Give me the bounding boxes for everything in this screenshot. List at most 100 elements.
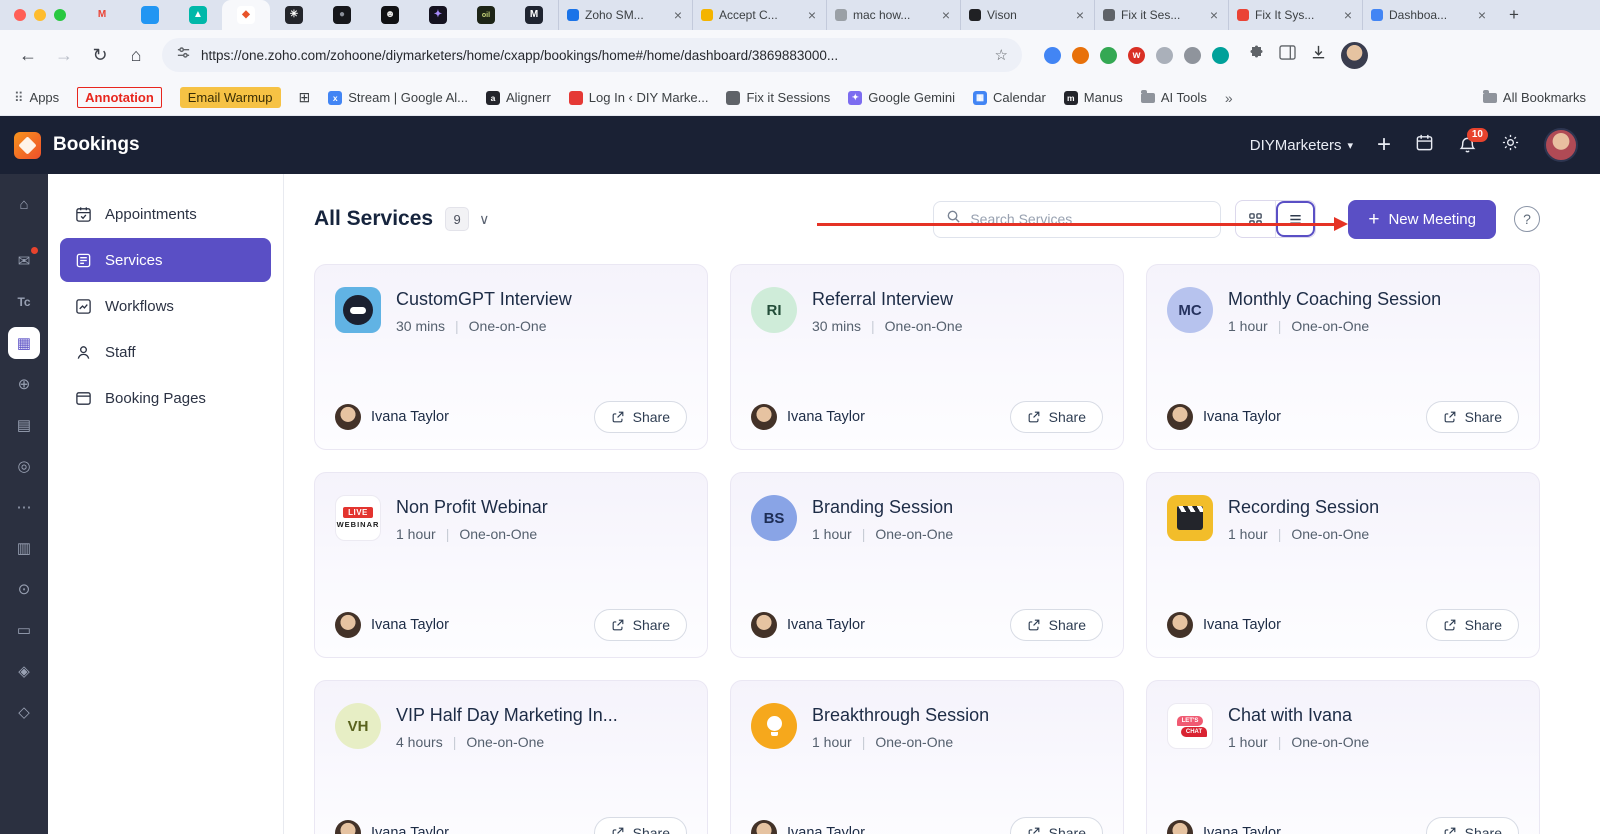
bookmark-item[interactable]: Fix it Sessions [726,90,830,105]
share-button[interactable]: Share [593,401,687,433]
service-card[interactable]: BS Branding Session 1 hour | One-on-One Ivana… [730,472,1124,658]
bookmark-item[interactable]: ✦ Google Gemini [848,90,955,105]
ext-red-w-icon[interactable]: w [1128,46,1145,64]
back-icon[interactable]: ← [14,41,42,69]
close-window-button[interactable] [14,9,26,21]
browser-profile-avatar[interactable] [1341,41,1368,69]
pinned-tab-dark-app-2[interactable]: ● [318,0,366,30]
ext-multicolor-icon[interactable] [1044,46,1061,64]
service-card[interactable]: CustomGPT Interview 30 mins | One-on-One Iva… [314,264,708,450]
bookmarks-overflow-icon[interactable]: » [1225,90,1233,106]
pinned-tab-zoho-bookings[interactable]: ◆ [222,0,270,30]
service-card[interactable]: VH VIP Half Day Marketing In... 4 hours | On… [314,680,708,834]
sidebar-item-staff[interactable]: Staff [60,330,271,374]
help-button[interactable]: ? [1514,206,1540,232]
new-meeting-button[interactable]: + New Meeting [1348,199,1496,239]
ext-green-icon[interactable] [1100,46,1117,64]
share-button[interactable]: Share [1009,401,1103,433]
download-icon[interactable] [1310,44,1327,66]
service-card[interactable]: LET'S CHAT Chat with Ivana 1 hour | One-on-On… [1146,680,1540,834]
pinned-tab-sparkle-app[interactable]: ✦ [414,0,462,30]
pinned-tab-gmail[interactable]: M [78,0,126,30]
minimize-window-button[interactable] [34,9,46,21]
rail-reports-icon[interactable]: ▥ [8,532,40,564]
bookmark-item[interactable]: m Manus [1063,90,1123,105]
rail-devices-icon[interactable]: ▭ [8,614,40,646]
window-controls[interactable] [6,0,78,30]
browser-tab[interactable]: mac how... × [826,0,960,30]
ext-orange-icon[interactable] [1072,46,1089,64]
gear-icon[interactable] [1501,133,1520,157]
tab-close-icon[interactable]: × [1074,7,1086,23]
rail-text-campaigns-icon[interactable]: Tc [8,286,40,318]
pinned-tab-blue-app[interactable] [126,0,174,30]
rail-audience-icon[interactable]: ◎ [8,450,40,482]
home-icon[interactable]: ⌂ [122,41,150,69]
tab-close-icon[interactable]: × [806,7,818,23]
list-view-button[interactable] [1276,201,1315,237]
org-switcher[interactable]: DIYMarketers ▾ [1250,137,1353,154]
rail-more-icon[interactable]: ⋯ [8,491,40,523]
browser-tab[interactable]: Vison × [960,0,1094,30]
browser-tab[interactable]: Accept C... × [692,0,826,30]
rail-security-icon[interactable]: ◇ [8,696,40,728]
browser-tab[interactable]: Fix it Ses... × [1094,0,1228,30]
address-bar[interactable]: https://one.zoho.com/zohoone/diymarketer… [162,38,1022,72]
tab-close-icon[interactable]: × [1208,7,1220,23]
pinned-tab-oil-app[interactable]: oil [462,0,510,30]
tab-close-icon[interactable]: × [1476,7,1488,23]
grid-view-button[interactable] [1236,201,1275,237]
side-panel-icon[interactable] [1279,45,1296,65]
bookmark-item[interactable]: AI Tools [1140,89,1207,105]
all-bookmarks[interactable]: All Bookmarks [1482,89,1586,105]
bookmark-star-icon[interactable]: ☆ [995,46,1008,64]
tab-close-icon[interactable]: × [672,7,684,23]
calendar-icon[interactable] [1415,133,1434,157]
user-avatar[interactable] [1544,128,1578,162]
pinned-tab-teal-app[interactable]: ▲ [174,0,222,30]
ext-teal-icon[interactable] [1212,46,1229,64]
tune-icon[interactable] [176,45,191,65]
service-card[interactable]: MC Monthly Coaching Session 1 hour | One-on-… [1146,264,1540,450]
ext-gray-1-icon[interactable] [1156,46,1173,64]
rail-automation-icon[interactable]: ⊕ [8,368,40,400]
tab-close-icon[interactable]: × [940,7,952,23]
browser-tab[interactable]: Dashboa... × [1362,0,1496,30]
bookmark-item[interactable]: a Alignerr [485,90,551,105]
browser-tab[interactable]: Fix It Sys... × [1228,0,1362,30]
share-button[interactable]: Share [1009,817,1103,834]
quick-add-button[interactable]: + [1377,133,1391,157]
ext-gray-2-icon[interactable] [1184,46,1201,64]
sidebar-item-workflows[interactable]: Workflows [60,284,271,328]
share-button[interactable]: Share [1425,609,1519,641]
tab-close-icon[interactable]: × [1342,7,1354,23]
rail-tags-icon[interactable]: ◈ [8,655,40,687]
bookmark-email-warmup[interactable]: Email Warmup [179,87,281,108]
puzzle-icon[interactable] [1249,45,1265,66]
forward-icon[interactable]: → [50,41,78,69]
service-card[interactable]: LIVE WEBINAR Non Profit Webinar 1 hour | One-… [314,472,708,658]
rail-search-icon[interactable]: ⊙ [8,573,40,605]
share-button[interactable]: Share [593,817,687,834]
rail-notes-icon[interactable]: ▤ [8,409,40,441]
share-button[interactable]: Share [1425,401,1519,433]
pinned-tab-dark-app-1[interactable]: ✳ [270,0,318,30]
pinned-tab-m-app[interactable]: M [510,0,558,30]
sidebar-item-appointments[interactable]: Appointments [60,192,271,236]
chevron-down-icon[interactable]: ∨ [479,211,489,228]
service-card[interactable]: RI Referral Interview 30 mins | One-on-One Iv… [730,264,1124,450]
bookmark-annotation[interactable]: Annotation [77,87,162,108]
share-button[interactable]: Share [1009,609,1103,641]
pinned-tab-dark-app-3[interactable]: ☻ [366,0,414,30]
sidebar-item-services[interactable]: Services [60,238,271,282]
sidebar-item-booking-pages[interactable]: Booking Pages [60,376,271,420]
rail-bookings-icon[interactable]: ▦ [8,327,40,359]
rail-home-icon[interactable]: ⌂ [8,188,40,220]
share-button[interactable]: Share [1425,817,1519,834]
browser-tab[interactable]: Zoho SM... × [558,0,692,30]
share-button[interactable]: Share [593,609,687,641]
rail-campaigns-icon[interactable]: ✉ [8,245,40,277]
reload-icon[interactable]: ↻ [86,41,114,69]
bookmark-item[interactable]: ▦ Calendar [973,90,1046,105]
bookmark-item[interactable]: x Stream | Google Al... [328,90,468,105]
